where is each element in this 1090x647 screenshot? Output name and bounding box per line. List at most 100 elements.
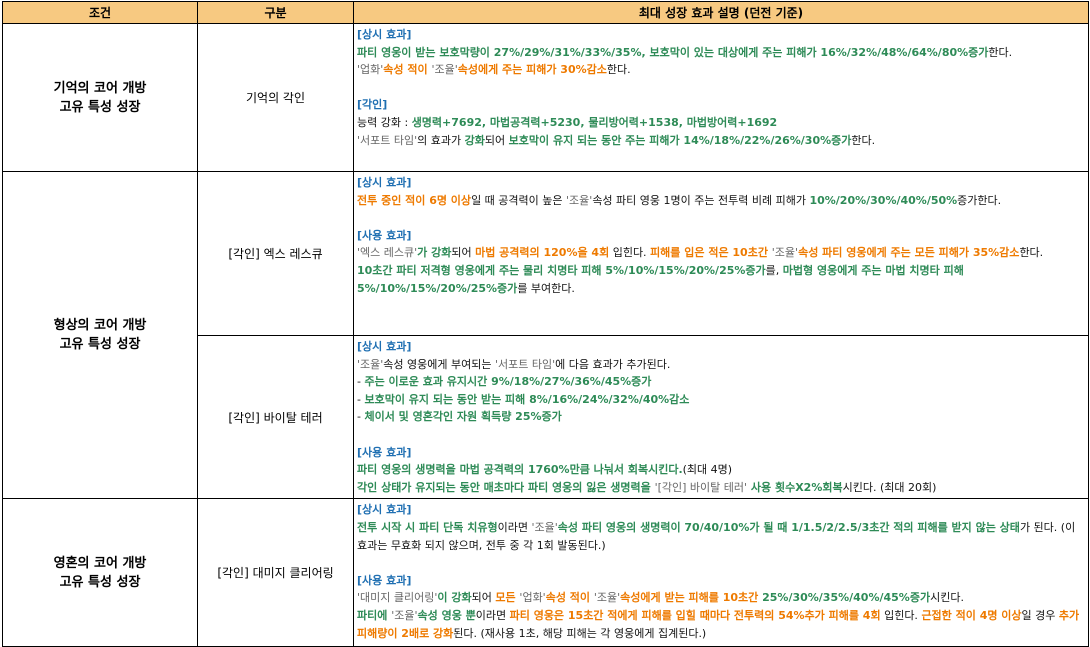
text-segment: 일 때 공격력이 높은	[471, 193, 567, 207]
description-line: 파티에 '조율'속성 영웅 뿐이라면 파티 영웅은 15초간 적에게 피해를 입…	[357, 607, 1084, 642]
description-line: '서포트 타임'의 효과가 강화되어 보호막이 유지 되는 동안 주는 피해가 …	[357, 132, 1084, 150]
section-heading: [상시 효과]	[357, 28, 412, 41]
category-cell: [각인] 엑스 레스큐	[197, 171, 354, 336]
section-heading: [각인]	[357, 98, 388, 112]
condition-cell: 형상의 코어 개방 고유 특성 성장	[2, 170, 198, 500]
text-segment: '[각인] 바이탈 테러'	[654, 480, 748, 494]
header-condition: 조건	[2, 1, 198, 24]
text-segment: 25%/30%/35%/40%/45%증가	[762, 591, 931, 605]
text-segment: 파티에	[357, 608, 392, 622]
description-cell: [상시 효과] 파티 영웅이 받는 보호막량이 27%/29%/31%/33%/3…	[353, 23, 1089, 172]
section-heading: [상시 효과]	[357, 340, 412, 353]
text-segment: 이라면	[497, 520, 532, 534]
text-segment: 속성 영웅 뿐	[417, 608, 476, 622]
text-segment: 이라면	[475, 608, 510, 622]
text-segment: 이 강화	[437, 591, 472, 605]
text-segment: 파티 영웅의 생명력을 마법 공격력의 1760%만큼 나눠서 회복시킨다.	[357, 463, 683, 477]
condition-line: 고유 특성 성장	[59, 99, 141, 115]
description-line: '엑스 레스큐'가 강화되어 마법 공격력의 120%을 4회 입힌다. 피해를…	[357, 244, 1084, 262]
text-segment: 마법 공격력의 120%을 4회	[475, 246, 610, 260]
description-line: [상시 효과]	[357, 501, 1084, 519]
text-segment: 되어	[484, 133, 509, 147]
text-segment: 속성에게 주는 피해가 30%감소	[457, 63, 607, 77]
condition-line: 기억의 코어 개방	[53, 80, 147, 96]
text-segment: 한다.	[1019, 246, 1044, 260]
text-segment: '조율'	[357, 357, 384, 371]
growth-effects-table: 조건 구분 최대 성장 효과 설명 (던전 기준) 기억의 코어 개방 고유 특…	[2, 1, 1089, 647]
section-heading: [사용 효과]	[357, 228, 412, 242]
text-segment: '업화'	[519, 591, 546, 605]
text-segment: '서포트 타임'	[357, 133, 418, 147]
description-line: 각인 상태가 유지되는 동안 매초마다 파티 영웅의 잃은 생명력을 '[각인]…	[357, 479, 1084, 497]
description-line: [사용 효과]	[357, 572, 1084, 590]
text-segment: 강화	[464, 133, 485, 147]
text-segment: 시킨다. (최대 20회)	[842, 480, 937, 494]
condition-line: 고유 특성 성장	[59, 574, 141, 590]
header-category: 구분	[197, 1, 354, 24]
category-cell: 기억의 각인	[197, 23, 354, 172]
text-segment: '서포트 타임'	[495, 357, 556, 371]
description-line: [사용 효과]	[357, 227, 1084, 245]
text-segment: '조율'	[566, 193, 593, 207]
description-line: [상시 효과]	[357, 174, 1084, 192]
text-segment: 사용 횟수X2%회복	[747, 480, 843, 494]
text-segment: 한다.	[988, 45, 1013, 59]
text-segment: '조율'	[531, 520, 558, 534]
text-segment: 입힌다.	[880, 608, 922, 622]
table-row: 기억의 코어 개방 고유 특성 성장 기억의 각인 [상시 효과] 파티 영웅이 …	[2, 23, 1089, 172]
description-line: '대미지 클리어링'이 강화되어 모든 '업화'속성 적이 '조율'속성에게 받…	[357, 589, 1084, 607]
header-description: 최대 성장 효과 설명 (던전 기준)	[353, 1, 1089, 24]
text-segment: 보호막이 유지 되는 동안 받는 피해 8%/16%/24%/32%/40%감소	[364, 392, 690, 406]
text-segment: 한다.	[606, 63, 631, 77]
text-segment: 를 부여한다.	[517, 281, 575, 295]
text-segment: 한다.	[851, 133, 876, 147]
text-segment: '엑스 레스큐'	[357, 246, 418, 260]
text-segment: 보호막이 유지 되는 동안 주는 피해가 14%/18%/22%/26%/30%…	[508, 133, 852, 147]
text-segment: 되어	[471, 591, 496, 605]
text-segment: 입힌다.	[609, 246, 651, 260]
header-row: 조건 구분 최대 성장 효과 설명 (던전 기준)	[2, 1, 1089, 24]
condition-line: 형상의 코어 개방	[53, 318, 147, 334]
text-segment: 증가한다.	[957, 193, 1002, 207]
description-line: '업화'속성 적이 '조율'속성에게 주는 피해가 30%감소한다.	[357, 61, 1084, 79]
text-segment: 된다. (재사용 1초, 해당 피해는 각 영웅에게 집계된다.)	[453, 626, 707, 640]
text-segment: 일 경우	[1021, 608, 1059, 622]
text-segment: 생명력+7692, 마법공격력+5230, 물리방어력+1538, 마법방어력+…	[411, 115, 778, 129]
text-segment: 되어	[451, 246, 476, 260]
text-segment: 파티 영웅이 받는 보호막량이 27%/29%/31%/33%/35%, 보호막…	[357, 45, 989, 59]
description-line: [각인]	[357, 96, 1084, 114]
description-line: 파티 영웅의 생명력을 마법 공격력의 1760%만큼 나눠서 회복시킨다.(최…	[357, 461, 1084, 479]
text-segment: '조율'	[431, 63, 458, 77]
condition-cell: 영혼의 코어 개방 고유 특성 성장	[2, 498, 198, 647]
description-line: 10초간 파티 저격형 영웅에게 주는 물리 치명타 피해 5%/10%/15%…	[357, 262, 1084, 297]
text-segment: '조율'	[593, 591, 621, 605]
condition-line: 고유 특성 성장	[59, 337, 141, 353]
text-segment: 에 다음 효과가 추가된다.	[555, 357, 671, 371]
text-segment: 가 강화	[417, 246, 452, 260]
description-cell: [상시 효과] 전투 시작 시 파티 단독 치유형이라면 '조율'속성 파티 영웅…	[353, 498, 1089, 647]
description-line: - 체이서 및 영혼각인 자원 획득량 25%증가	[357, 408, 1084, 426]
section-heading: [사용 효과]	[357, 445, 412, 459]
text-segment: 시킨다.	[930, 591, 964, 605]
condition-line: 영혼의 코어 개방	[53, 555, 147, 571]
description-line: 전투 중인 적이 6명 이상일 때 공격력이 높은 '조율'속성 파티 영웅 1…	[357, 192, 1084, 210]
text-segment: 전투 중인 적이 6명 이상	[357, 193, 472, 207]
text-segment: 속성 파티 영웅에게 주는 모든 피해가 35%감소	[798, 246, 1020, 260]
category-cell: [각인] 대미지 클리어링	[197, 498, 354, 647]
description-line: - 주는 이로운 효과 유지시간 9%/18%/27%/36%/45%증가	[357, 373, 1084, 391]
text-segment: 각인 상태가 유지되는 동안 매초마다 파티 영웅의 잃은 생명력을	[357, 480, 655, 494]
description-line: 전투 시작 시 파티 단독 치유형이라면 '조율'속성 파티 영웅의 생명력이 …	[357, 519, 1084, 554]
description-cell: [상시 효과] 전투 중인 적이 6명 이상일 때 공격력이 높은 '조율'속성 …	[353, 171, 1089, 336]
text-segment: 를,	[765, 263, 783, 277]
text-segment: 속성 영웅에게 부여되는	[383, 357, 495, 371]
text-segment: 10%/20%/30%/40%/50%	[809, 193, 958, 207]
text-segment: 파티 영웅은 15초간 적에게 피해를 입힐 때마다 전투력의 54%추가 피해…	[509, 608, 881, 622]
text-segment: 능력 강화 :	[357, 115, 412, 129]
text-segment: 피해를 입은 적은 10초간	[650, 246, 772, 260]
text-segment: 속성 파티 영웅의 생명력이 70/40/10%가 될 때 1/1.5/2/2.…	[557, 520, 1020, 534]
text-segment: 속성 적이	[383, 63, 432, 77]
description-line: [사용 효과]	[357, 444, 1084, 462]
